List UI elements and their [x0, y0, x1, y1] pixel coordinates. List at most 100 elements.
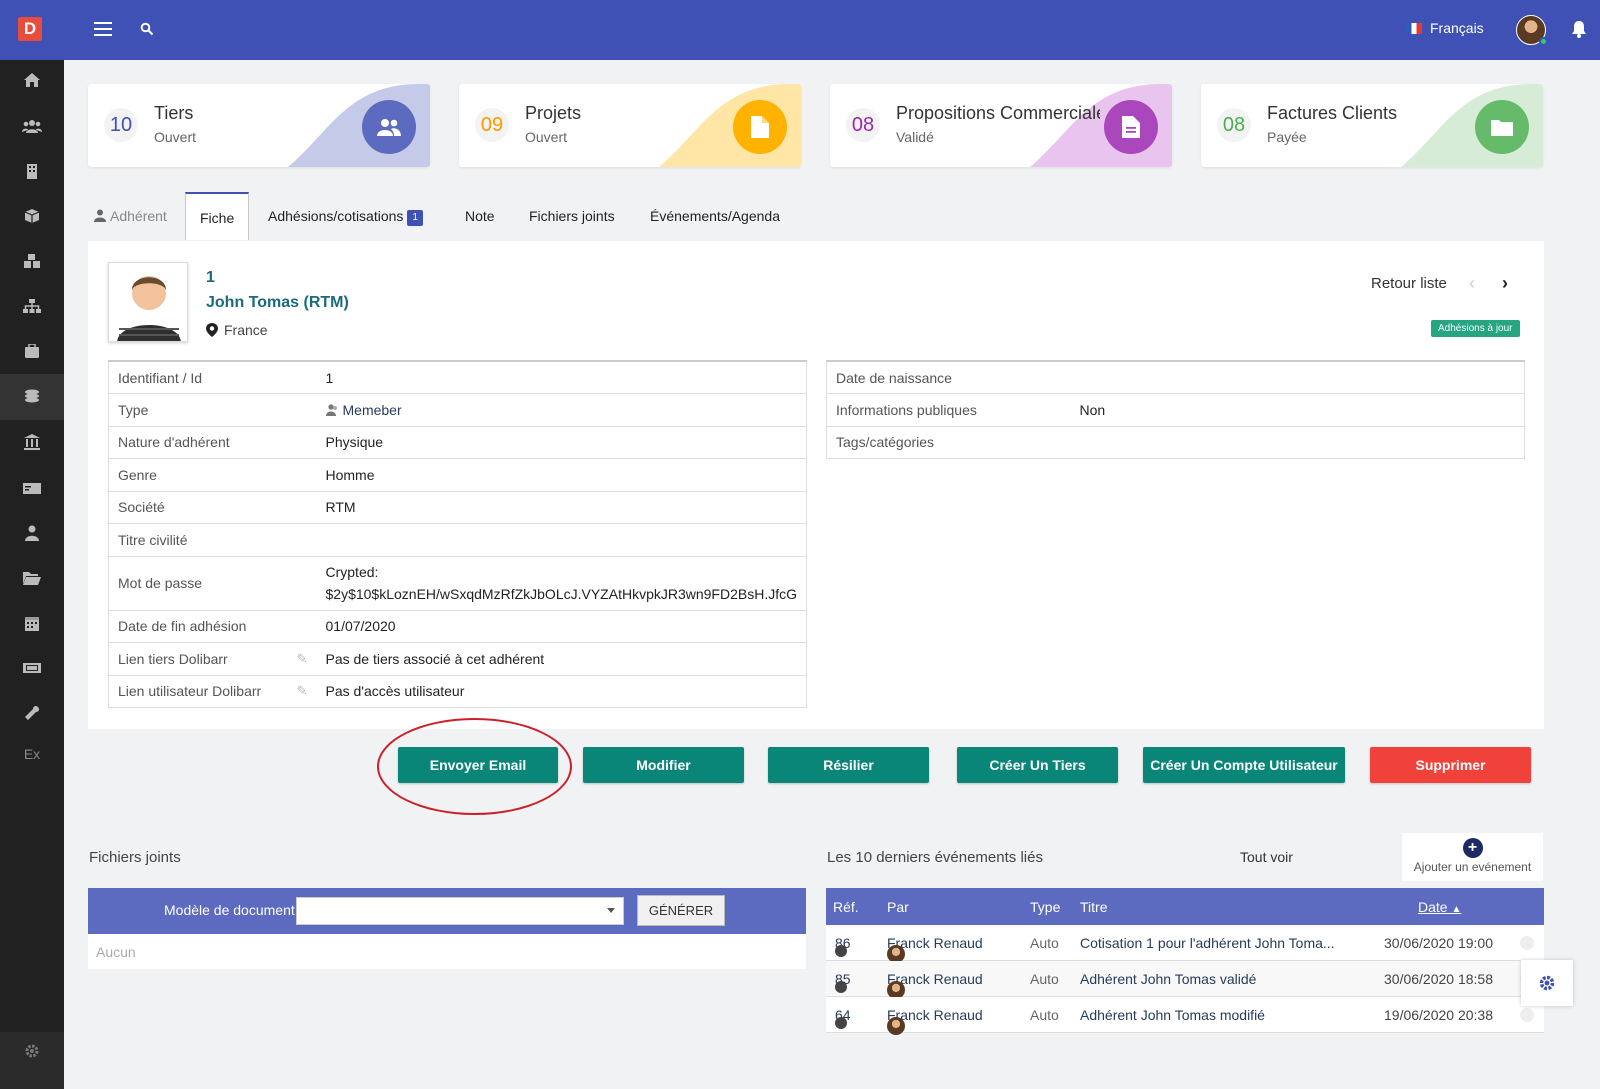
external-modules-link[interactable]: Ex — [22, 744, 42, 764]
avatar — [887, 1017, 905, 1035]
info-value: Homme — [316, 458, 807, 492]
info-value: Non — [1070, 393, 1525, 427]
count-badge: 1 — [407, 210, 423, 226]
info-label: Identifiant / Id — [108, 361, 317, 394]
tab-note[interactable]: Note — [465, 192, 495, 240]
tab-files[interactable]: Fichiers joints — [529, 192, 615, 240]
event-title[interactable]: Adhérent John Tomas validé — [1080, 971, 1256, 987]
member-type-link[interactable]: Memeber — [343, 402, 402, 418]
briefcase-icon[interactable] — [22, 341, 42, 361]
back-to-list-link[interactable]: Retour liste — [1371, 275, 1447, 292]
menu-toggle-icon[interactable] — [94, 22, 112, 36]
file-text-icon — [1104, 100, 1158, 154]
stat-box-3[interactable]: 08 Factures Clients Payée — [1201, 84, 1543, 167]
add-event-button[interactable]: + Ajouter un evénement — [1402, 833, 1543, 881]
info-label: Genre — [108, 458, 317, 492]
see-all-link[interactable]: Tout voir — [1240, 849, 1293, 865]
member-type-icon — [325, 404, 337, 416]
event-ref[interactable]: 64 — [835, 1007, 851, 1029]
info-value: Physique — [316, 426, 807, 459]
event-title[interactable]: Cotisation 1 pour l'adhérent John Toma..… — [1080, 935, 1335, 951]
users-icon[interactable] — [22, 116, 42, 136]
info-label: Mot de passe — [108, 556, 317, 611]
user-avatar[interactable] — [1516, 15, 1548, 46]
pencil-icon[interactable]: ✎ — [297, 651, 308, 667]
no-files-text: Aucun — [88, 934, 806, 969]
files-section-title: Fichiers joints — [89, 849, 181, 866]
col-date-label: Date — [1418, 899, 1448, 915]
document-model-select[interactable] — [296, 897, 624, 925]
info-label: Société — [108, 491, 317, 524]
box-icon[interactable] — [22, 206, 42, 226]
bank-icon[interactable] — [22, 432, 42, 452]
event-row[interactable]: 85 Franck Renaud Auto Adhérent John Tomas v… — [826, 961, 1544, 999]
tab-fiche[interactable]: Fiche — [185, 192, 250, 240]
info-value: RTM — [316, 491, 807, 524]
col-type[interactable]: Type — [1030, 899, 1060, 915]
next-record-icon[interactable]: › — [1502, 273, 1508, 294]
resign-button[interactable]: Résilier — [768, 747, 929, 783]
language-selector[interactable]: Français — [1406, 20, 1484, 36]
event-ref[interactable]: 85 — [835, 971, 851, 993]
stat-box-2[interactable]: 08 Propositions Commerciales Validé — [830, 84, 1172, 167]
tab-adhesions[interactable]: Adhésions/cotisations 1 — [268, 192, 423, 240]
status-badge: Adhésions à jour — [1431, 320, 1520, 337]
col-by[interactable]: Par — [887, 899, 909, 915]
event-row[interactable]: 86 Franck Renaud Auto Cotisation 1 pour l'a… — [826, 925, 1544, 963]
modify-button[interactable]: Modifier — [583, 747, 744, 783]
event-date: 30/06/2020 18:58 — [1384, 971, 1493, 987]
money-icon[interactable] — [22, 478, 42, 498]
event-author[interactable]: Franck Renaud — [887, 971, 983, 999]
online-status-icon — [1539, 37, 1548, 46]
create-user-account-button[interactable]: Créer Un Compte Utilisateur — [1143, 747, 1345, 783]
stat-subtitle: Ouvert — [154, 129, 197, 145]
event-title[interactable]: Adhérent John Tomas modifié — [1080, 1007, 1265, 1023]
event-author[interactable]: Franck Renaud — [887, 935, 983, 963]
settings-panel-tab[interactable] — [1521, 960, 1573, 1006]
wrench-icon[interactable] — [22, 703, 42, 723]
member-card: 1 John Tomas (RTM) France Retour liste ‹… — [88, 241, 1544, 729]
info-label: Lien tiers Dolibarr ✎ — [108, 642, 317, 676]
calendar-icon[interactable] — [22, 613, 42, 633]
event-author[interactable]: Franck Renaud — [887, 1007, 983, 1035]
chevron-down-icon — [607, 908, 615, 913]
pencil-icon[interactable]: ✎ — [297, 683, 308, 699]
gear-icon[interactable] — [25, 1044, 39, 1058]
info-row: Lien tiers Dolibarr ✎ Pas de tiers associé… — [108, 642, 807, 676]
tab-events[interactable]: Événements/Agenda — [650, 192, 780, 240]
cubes-icon[interactable] — [22, 251, 42, 271]
search-icon[interactable] — [140, 22, 154, 36]
ticket-icon[interactable] — [22, 658, 42, 678]
info-row: Mot de passe Crypted: $2y$10$kLoznEH/wSxqd… — [108, 556, 807, 611]
stat-subtitle: Payée — [1267, 129, 1307, 145]
event-type: Auto — [1030, 971, 1059, 987]
coins-icon[interactable] — [0, 374, 64, 420]
user-tie-icon[interactable] — [22, 523, 42, 543]
col-ref[interactable]: Réf. — [833, 899, 859, 915]
event-ref[interactable]: 86 — [835, 935, 851, 957]
events-section-title: Les 10 derniers événements liés — [827, 849, 1043, 866]
bell-icon[interactable] — [1571, 20, 1587, 38]
users-icon — [362, 100, 416, 154]
member-name: John Tomas (RTM) — [206, 294, 349, 311]
folder-open-icon[interactable] — [22, 568, 42, 588]
create-thirdparty-button[interactable]: Créer Un Tiers — [957, 747, 1118, 783]
generate-button[interactable]: GÉNÉRER — [637, 895, 725, 926]
previous-record-icon[interactable]: ‹ — [1469, 273, 1475, 294]
delete-button[interactable]: Supprimer — [1370, 747, 1531, 783]
dolibarr-logo[interactable]: D — [18, 17, 42, 41]
member-ref: 1 — [206, 269, 215, 286]
col-title[interactable]: Titre — [1080, 899, 1107, 915]
event-date: 19/06/2020 20:38 — [1384, 1007, 1493, 1023]
stat-box-0[interactable]: 10 Tiers Ouvert — [88, 84, 430, 167]
info-row: Genre Homme — [108, 458, 807, 492]
building-icon[interactable] — [22, 161, 42, 181]
event-type: Auto — [1030, 935, 1059, 951]
sitemap-icon[interactable] — [22, 296, 42, 316]
sidebar-footer — [0, 1032, 64, 1089]
tab-member[interactable]: Adhérent — [94, 192, 167, 240]
stat-box-1[interactable]: 09 Projets Ouvert — [459, 84, 801, 167]
home-icon[interactable] — [22, 70, 42, 90]
event-row[interactable]: 64 Franck Renaud Auto Adhérent John Tomas m… — [826, 997, 1544, 1035]
col-date[interactable]: Date ▲ — [1418, 899, 1461, 915]
